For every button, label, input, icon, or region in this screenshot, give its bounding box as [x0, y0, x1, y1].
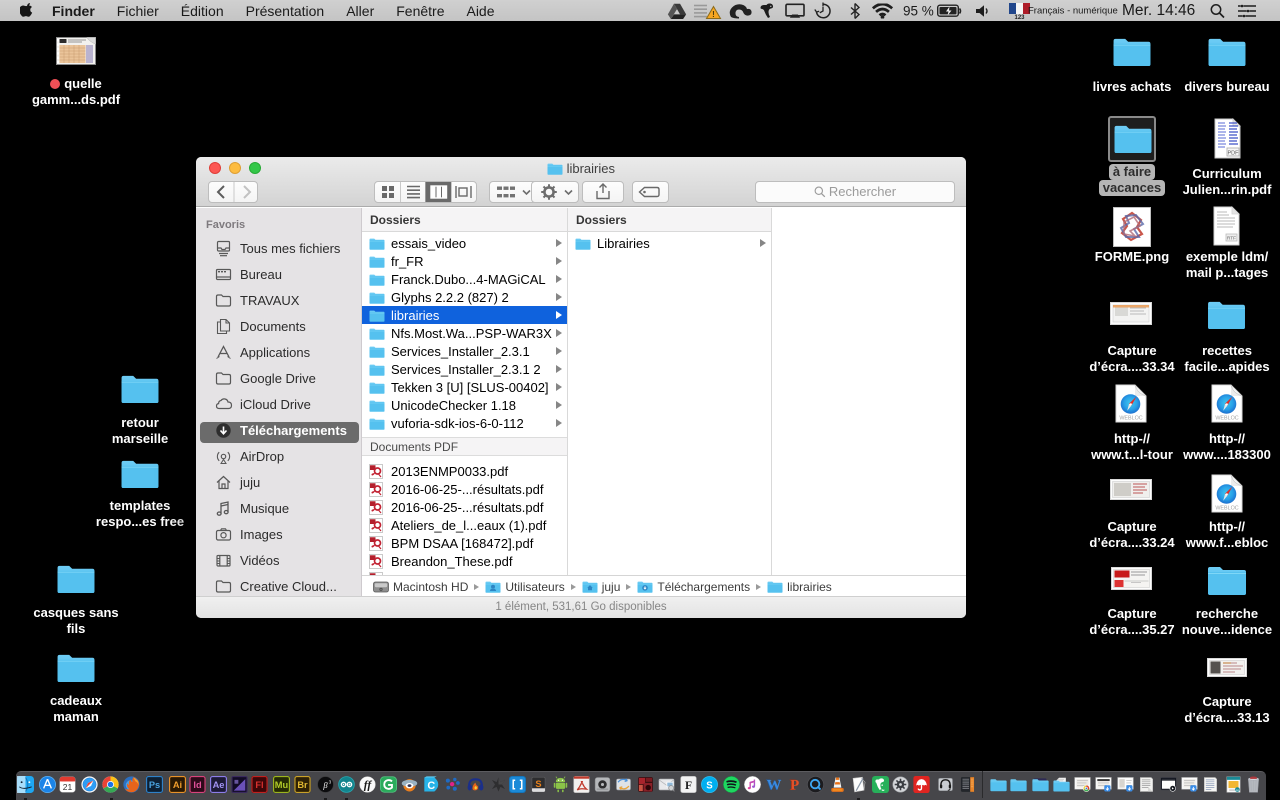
- svg-text:Id: Id: [193, 780, 202, 790]
- svg-text:F: F: [684, 779, 691, 792]
- svg-text:co: co: [1235, 788, 1239, 792]
- svg-text:S: S: [535, 779, 541, 789]
- svg-text:Mu: Mu: [274, 780, 288, 790]
- svg-text:Fl: Fl: [255, 780, 263, 790]
- svg-text:!: !: [712, 10, 715, 19]
- svg-text:C: C: [427, 780, 435, 792]
- svg-text:3: 3: [328, 780, 331, 785]
- svg-text:Br: Br: [297, 780, 308, 790]
- svg-text:W: W: [766, 777, 781, 793]
- svg-text:Ae: Ae: [212, 780, 224, 790]
- svg-text:21: 21: [63, 782, 73, 792]
- svg-text:Ai: Ai: [172, 780, 181, 790]
- svg-text:Ps: Ps: [148, 780, 159, 790]
- svg-text:β: β: [322, 780, 328, 790]
- svg-text:S: S: [706, 780, 713, 791]
- svg-text:P: P: [790, 777, 799, 793]
- svg-text:123: 123: [1014, 15, 1025, 19]
- svg-text:ff: ff: [363, 778, 372, 791]
